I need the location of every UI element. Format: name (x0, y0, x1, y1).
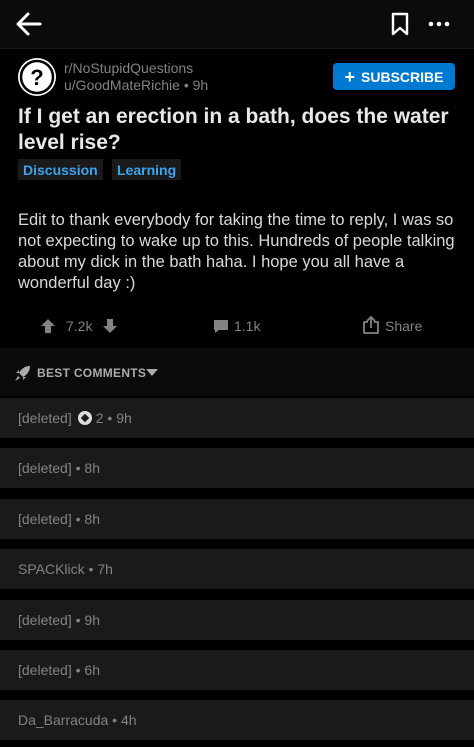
vote-count: 7.2k (66, 318, 93, 334)
award-icon (77, 411, 92, 425)
comment-age: 8h (84, 511, 100, 527)
comment-author: [deleted] (18, 662, 72, 678)
back-arrow-icon[interactable] (14, 10, 44, 38)
comment-icon[interactable] (213, 318, 229, 334)
collapsed-comment[interactable]: [deleted] • 9h (0, 600, 474, 640)
collapsed-comment[interactable]: [deleted] 2 • 9h (0, 398, 474, 438)
comment-age: 9h (84, 612, 100, 628)
comment-age: 4h (120, 712, 137, 728)
share-button[interactable]: Share (385, 318, 422, 334)
collapsed-comment[interactable]: [deleted] • 8h (0, 499, 474, 539)
comment-count[interactable]: 1.1k (234, 318, 260, 334)
comment-age: 8h (84, 460, 100, 476)
svg-text:?: ? (30, 65, 43, 90)
author-line: u/GoodMateRichie • 9h (64, 77, 209, 93)
comment-author: [deleted] (18, 511, 72, 527)
upvote-icon[interactable] (40, 318, 56, 334)
comment-age: 9h (116, 410, 132, 426)
downvote-icon[interactable] (102, 318, 118, 334)
collapsed-comment[interactable]: [deleted] • 6h (0, 650, 474, 690)
top-divider (0, 48, 474, 49)
subscribe-button[interactable]: + SUBSCRIBE (333, 63, 455, 90)
more-icon[interactable] (426, 12, 452, 36)
top-bar (0, 0, 474, 48)
caret-down-icon (146, 369, 158, 376)
flair-learning[interactable]: Learning (112, 159, 182, 180)
author-name[interactable]: u/GoodMateRichie (64, 77, 180, 93)
flair-discussion[interactable]: Discussion (18, 159, 103, 180)
comment-author: [deleted] (18, 612, 72, 628)
subreddit-avatar[interactable]: ? (18, 58, 56, 96)
post-body: Edit to thank everybody for taking the t… (18, 211, 455, 292)
share-icon[interactable] (361, 315, 381, 335)
collapsed-comment[interactable]: [deleted] • 8h (0, 448, 474, 488)
collapsed-comment[interactable]: Da_Barracuda • 4h (0, 700, 474, 740)
post-age: 9h (192, 77, 209, 93)
comment-author: [deleted] (18, 460, 72, 476)
comment-age: 6h (84, 662, 100, 678)
comment-author: SPACKlick (18, 561, 85, 577)
comment-sort-bar[interactable]: BEST COMMENTS (0, 348, 474, 396)
comment-age: 7h (97, 561, 113, 577)
collapsed-comment[interactable]: SPACKlick • 7h (0, 549, 474, 589)
sort-label: BEST COMMENTS (37, 366, 147, 380)
bookmark-icon[interactable] (390, 12, 410, 36)
award-count: 2 (95, 410, 104, 426)
rocket-icon (15, 366, 30, 381)
subscribe-label: SUBSCRIBE (361, 68, 444, 85)
question-mark-icon: ? (19, 59, 55, 95)
comment-author: [deleted] (18, 410, 72, 426)
plus-icon: + (344, 66, 356, 87)
comment-author: Da_Barracuda (18, 712, 109, 728)
post-actions: 7.2k 1.1k Share (0, 310, 474, 340)
subreddit-name[interactable]: r/NoStupidQuestions (64, 60, 193, 76)
post-title: If I get an erection in a bath, does the… (18, 105, 449, 154)
